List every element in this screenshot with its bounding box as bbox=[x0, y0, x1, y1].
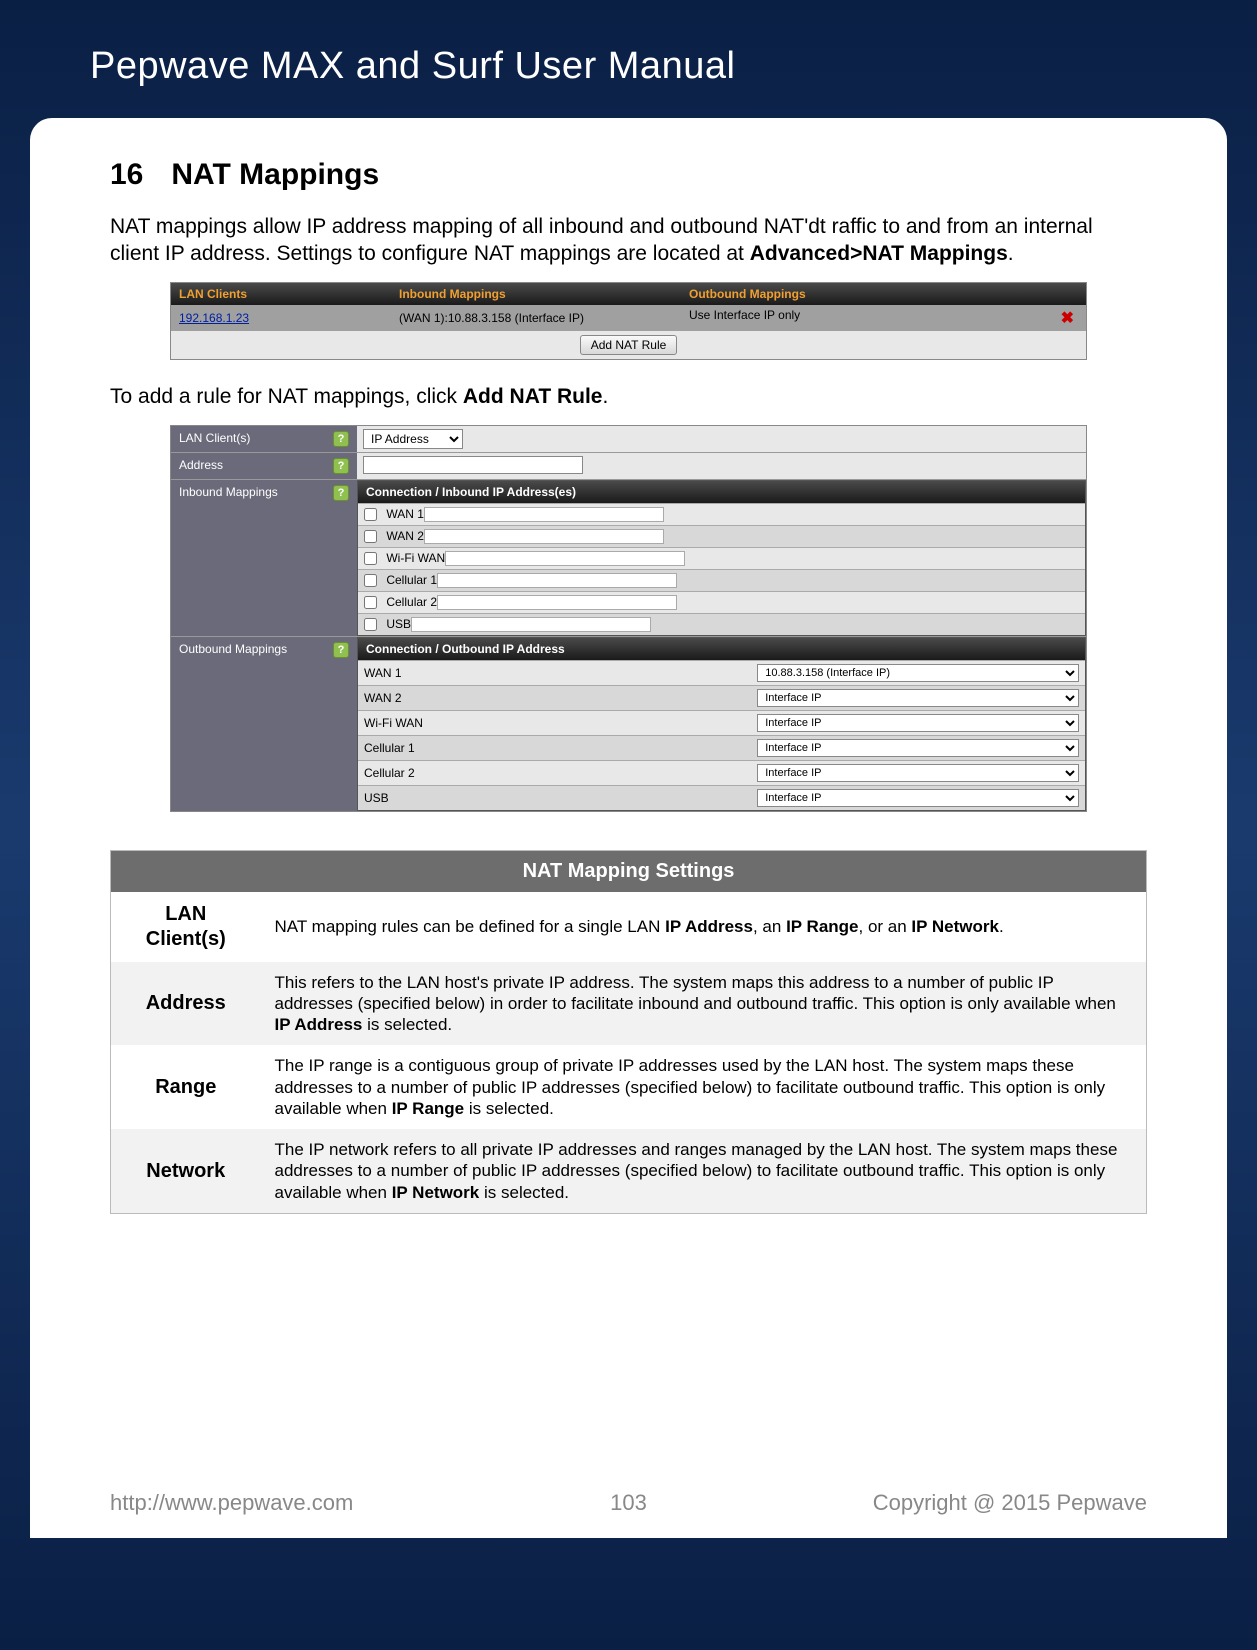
col-outbound: Outbound Mappings bbox=[681, 283, 1086, 305]
outbound-wan-name: Wi-Fi WAN bbox=[364, 716, 757, 730]
setting-description: NAT mapping rules can be defined for a s… bbox=[261, 892, 1147, 962]
delete-icon[interactable]: ✖ bbox=[1061, 308, 1086, 328]
inbound-wan-checkbox[interactable]: Wi-Fi WAN bbox=[364, 551, 445, 565]
form-row-address: Address ? bbox=[171, 453, 1086, 480]
setting-name: Address bbox=[111, 962, 261, 1046]
manual-title: Pepwave MAX and Surf User Manual bbox=[90, 45, 1167, 88]
nat-rule-form: LAN Client(s) ? IP Address Address ? Inb… bbox=[170, 425, 1087, 812]
outbound-ip-select[interactable]: 10.88.3.158 (Interface IP) bbox=[757, 664, 1079, 682]
settings-row: RangeThe IP range is a contiguous group … bbox=[111, 1045, 1147, 1129]
outbound-wan-name: USB bbox=[364, 791, 757, 805]
inbound-wan-row: USB bbox=[358, 613, 1085, 635]
inbound-wan-row: WAN 1 bbox=[358, 503, 1085, 525]
inbound-wan-row: Wi-Fi WAN bbox=[358, 547, 1085, 569]
nat-list-row: 192.168.1.23 (WAN 1):10.88.3.158 (Interf… bbox=[171, 305, 1086, 331]
outbound-ip-select[interactable]: Interface IP bbox=[757, 689, 1079, 707]
outbound-wan-row: Cellular 2Interface IP bbox=[358, 760, 1085, 785]
inbound-ip-field[interactable] bbox=[424, 507, 664, 522]
col-inbound: Inbound Mappings bbox=[391, 283, 681, 305]
setting-description: The IP network refers to all private IP … bbox=[261, 1129, 1147, 1213]
content-area: 16 NAT Mappings NAT mappings allow IP add… bbox=[30, 118, 1227, 1538]
outbound-inner-table: Connection / Outbound IP Address WAN 110… bbox=[357, 637, 1086, 811]
nat-mapping-settings-table: NAT Mapping Settings LAN Client(s)NAT ma… bbox=[110, 850, 1147, 1214]
setting-name: Network bbox=[111, 1129, 261, 1213]
form-row-outbound: Outbound Mappings ? Connection / Outboun… bbox=[171, 637, 1086, 811]
nat-list-header: LAN Clients Inbound Mappings Outbound Ma… bbox=[171, 283, 1086, 305]
settings-row: LAN Client(s)NAT mapping rules can be de… bbox=[111, 892, 1147, 962]
inbound-wan-checkbox[interactable]: Cellular 1 bbox=[364, 573, 437, 587]
outbound-wan-row: USBInterface IP bbox=[358, 785, 1085, 810]
help-icon[interactable]: ? bbox=[333, 642, 349, 658]
inbound-ip-field[interactable] bbox=[445, 551, 685, 566]
outbound-inner-header: Connection / Outbound IP Address bbox=[358, 638, 1085, 660]
outbound-wan-name: WAN 1 bbox=[364, 666, 757, 680]
inbound-wan-checkbox[interactable]: Cellular 2 bbox=[364, 595, 437, 609]
inbound-label: Inbound Mappings bbox=[179, 485, 278, 499]
mid-paragraph: To add a rule for NAT mappings, click Ad… bbox=[110, 384, 1147, 411]
outbound-wan-row: WAN 110.88.3.158 (Interface IP) bbox=[358, 660, 1085, 685]
inbound-wan-row: Cellular 1 bbox=[358, 569, 1085, 591]
inbound-wan-checkbox[interactable]: USB bbox=[364, 617, 411, 631]
inbound-inner-table: Connection / Inbound IP Address(es) WAN … bbox=[357, 480, 1086, 636]
settings-title: NAT Mapping Settings bbox=[111, 850, 1147, 892]
lan-client-link[interactable]: 192.168.1.23 bbox=[179, 311, 249, 325]
inbound-wan-checkbox[interactable]: WAN 2 bbox=[364, 529, 424, 543]
settings-row: NetworkThe IP network refers to all priv… bbox=[111, 1129, 1147, 1213]
add-nat-rule-button[interactable]: Add NAT Rule bbox=[580, 335, 678, 355]
outbound-wan-name: Cellular 1 bbox=[364, 741, 757, 755]
address-label: Address bbox=[179, 458, 223, 472]
setting-name: Range bbox=[111, 1045, 261, 1129]
section-heading: 16 NAT Mappings bbox=[110, 158, 1147, 192]
inbound-ip-field[interactable] bbox=[411, 617, 651, 632]
inbound-ip-field[interactable] bbox=[437, 595, 677, 610]
outbound-ip-select[interactable]: Interface IP bbox=[757, 789, 1079, 807]
footer-page: 103 bbox=[610, 1490, 647, 1516]
nat-mappings-list: LAN Clients Inbound Mappings Outbound Ma… bbox=[170, 282, 1087, 360]
footer-url: http://www.pepwave.com bbox=[110, 1490, 353, 1516]
outbound-value: Use Interface IP only bbox=[689, 308, 800, 328]
outbound-wan-row: Cellular 1Interface IP bbox=[358, 735, 1085, 760]
section-number: 16 bbox=[110, 158, 143, 191]
footer-copyright: Copyright @ 2015 Pepwave bbox=[873, 1490, 1147, 1516]
inbound-ip-field[interactable] bbox=[424, 529, 664, 544]
help-icon[interactable]: ? bbox=[333, 458, 349, 474]
intro-paragraph: NAT mappings allow IP address mapping of… bbox=[110, 214, 1147, 268]
section-title: NAT Mappings bbox=[171, 158, 379, 191]
col-lan-clients: LAN Clients bbox=[171, 283, 391, 305]
setting-description: The IP range is a contiguous group of pr… bbox=[261, 1045, 1147, 1129]
nat-list-footer: Add NAT Rule bbox=[171, 331, 1086, 359]
outbound-ip-select[interactable]: Interface IP bbox=[757, 714, 1079, 732]
settings-row: AddressThis refers to the LAN host's pri… bbox=[111, 962, 1147, 1046]
help-icon[interactable]: ? bbox=[333, 431, 349, 447]
inbound-wan-checkbox[interactable]: WAN 1 bbox=[364, 507, 424, 521]
setting-description: This refers to the LAN host's private IP… bbox=[261, 962, 1147, 1046]
inbound-value: (WAN 1):10.88.3.158 (Interface IP) bbox=[391, 308, 681, 328]
outbound-wan-row: Wi-Fi WANInterface IP bbox=[358, 710, 1085, 735]
outbound-wan-row: WAN 2Interface IP bbox=[358, 685, 1085, 710]
outbound-wan-name: WAN 2 bbox=[364, 691, 757, 705]
lan-clients-select[interactable]: IP Address bbox=[363, 429, 463, 449]
help-icon[interactable]: ? bbox=[333, 485, 349, 501]
inbound-wan-row: WAN 2 bbox=[358, 525, 1085, 547]
inbound-inner-header: Connection / Inbound IP Address(es) bbox=[358, 481, 1085, 503]
form-row-lan-clients: LAN Client(s) ? IP Address bbox=[171, 426, 1086, 453]
outbound-ip-select[interactable]: Interface IP bbox=[757, 764, 1079, 782]
inbound-wan-row: Cellular 2 bbox=[358, 591, 1085, 613]
inbound-ip-field[interactable] bbox=[437, 573, 677, 588]
outbound-wan-name: Cellular 2 bbox=[364, 766, 757, 780]
setting-name: LAN Client(s) bbox=[111, 892, 261, 962]
address-input[interactable] bbox=[363, 456, 583, 474]
page-header: Pepwave MAX and Surf User Manual bbox=[0, 0, 1257, 118]
page-footer: http://www.pepwave.com 103 Copyright @ 2… bbox=[110, 1490, 1147, 1516]
form-row-inbound: Inbound Mappings ? Connection / Inbound … bbox=[171, 480, 1086, 637]
lan-clients-label: LAN Client(s) bbox=[179, 431, 250, 445]
outbound-ip-select[interactable]: Interface IP bbox=[757, 739, 1079, 757]
outbound-label: Outbound Mappings bbox=[179, 642, 287, 656]
